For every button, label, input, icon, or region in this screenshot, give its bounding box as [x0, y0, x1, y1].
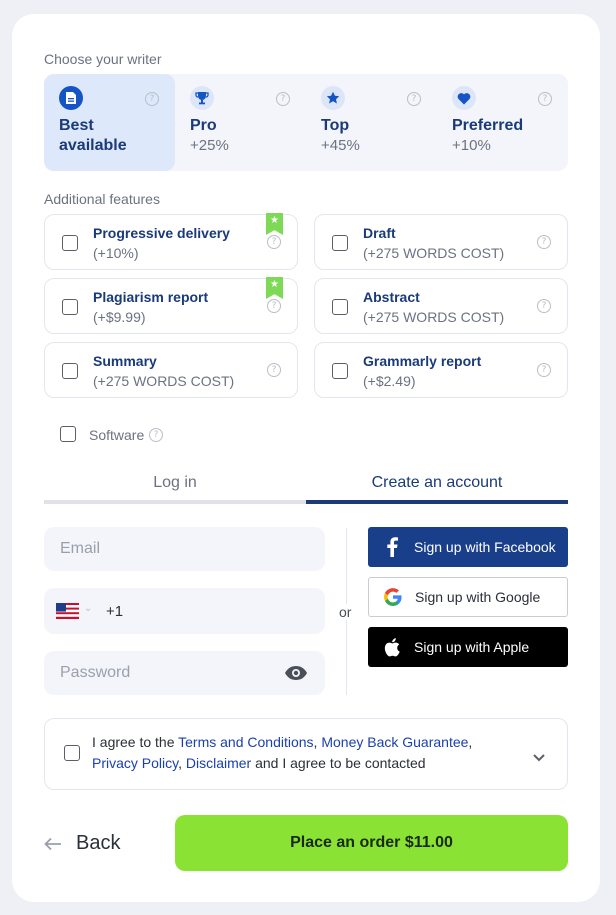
- recommended-star-badge-icon: ★: [266, 213, 283, 235]
- feature-price: (+275 WORDS COST): [363, 309, 505, 325]
- feature-title: Progressive delivery: [93, 225, 230, 241]
- writer-price: +10%: [452, 137, 491, 154]
- phone-field[interactable]: ⌄ +1: [44, 588, 325, 634]
- email-placeholder: Email: [60, 540, 101, 557]
- feature-checkbox[interactable]: [332, 363, 348, 379]
- tab-log-in[interactable]: Log in: [44, 474, 306, 492]
- writer-name: Pro: [190, 117, 217, 134]
- writer-price: +45%: [321, 137, 360, 154]
- feature-summary[interactable]: Summary (+275 WORDS COST) ?: [44, 342, 298, 398]
- back-label: Back: [76, 832, 121, 854]
- money-back-link[interactable]: Money Back Guarantee: [321, 734, 468, 750]
- feature-title: Abstract: [363, 289, 420, 305]
- google-signup-button[interactable]: Sign up with Google: [368, 577, 568, 617]
- feature-abstract[interactable]: Abstract (+275 WORDS COST) ?: [314, 278, 568, 334]
- password-field[interactable]: Password: [44, 651, 325, 695]
- feature-title: Grammarly report: [363, 353, 482, 369]
- feature-checkbox[interactable]: [62, 235, 78, 251]
- phone-country-code: +1: [106, 603, 124, 620]
- feature-grammarly-report[interactable]: Grammarly report (+$2.49) ?: [314, 342, 568, 398]
- help-icon[interactable]: ?: [537, 299, 551, 313]
- help-icon[interactable]: ?: [149, 428, 163, 442]
- help-icon[interactable]: ?: [267, 235, 281, 249]
- feature-progressive-delivery[interactable]: Progressive delivery (+10%) ★ ?: [44, 213, 298, 270]
- star-icon: [321, 86, 345, 110]
- help-icon[interactable]: ?: [407, 92, 421, 106]
- writer-price: +25%: [190, 137, 229, 154]
- disclaimer-link[interactable]: Disclaimer: [186, 755, 251, 771]
- terms-link[interactable]: Terms and Conditions: [178, 734, 313, 750]
- writer-option-pro[interactable]: ? Pro +25%: [175, 74, 306, 171]
- or-label: or: [339, 604, 352, 620]
- feature-title: Summary: [93, 353, 157, 369]
- writer-option-best-available[interactable]: ? Best available: [44, 74, 175, 171]
- recommended-star-badge-icon: ★: [266, 277, 283, 299]
- features-section-label: Additional features: [44, 191, 160, 207]
- agreement-separator: ,: [178, 755, 186, 771]
- facebook-signup-label: Sign up with Facebook: [414, 539, 556, 555]
- feature-price: (+$9.99): [93, 309, 146, 325]
- privacy-policy-link[interactable]: Privacy Policy: [92, 755, 178, 771]
- document-icon: [59, 86, 83, 110]
- trophy-icon: [190, 86, 214, 110]
- eye-icon[interactable]: [284, 665, 308, 686]
- feature-checkbox[interactable]: [62, 363, 78, 379]
- help-icon[interactable]: ?: [537, 235, 551, 249]
- writer-option-preferred[interactable]: ? Preferred +10%: [437, 74, 568, 171]
- tab-underline-inactive: [44, 500, 306, 504]
- help-icon[interactable]: ?: [145, 92, 159, 106]
- email-field[interactable]: Email: [44, 527, 325, 571]
- help-icon[interactable]: ?: [267, 299, 281, 313]
- help-icon[interactable]: ?: [267, 363, 281, 377]
- arrow-left-icon: [44, 837, 61, 850]
- feature-checkbox[interactable]: [62, 299, 78, 315]
- agreement-checkbox[interactable]: [64, 745, 80, 761]
- google-icon: [383, 587, 403, 607]
- help-icon[interactable]: ?: [276, 92, 290, 106]
- back-button[interactable]: Back: [44, 832, 120, 855]
- chevron-down-icon[interactable]: ⌄: [84, 603, 92, 614]
- apple-signup-button[interactable]: Sign up with Apple: [368, 627, 568, 667]
- software-label: Software: [89, 427, 145, 443]
- agreement-prefix: I agree to the: [92, 734, 179, 750]
- help-icon[interactable]: ?: [538, 92, 552, 106]
- writer-section-label: Choose your writer: [44, 51, 162, 67]
- feature-price: (+$2.49): [363, 373, 416, 389]
- password-placeholder: Password: [60, 664, 131, 681]
- software-checkbox[interactable]: [60, 426, 76, 442]
- writer-name: Top: [321, 117, 350, 134]
- writer-options: ? Best available ? Pro +25% ? Top +45% ?…: [44, 74, 568, 171]
- feature-price: (+275 WORDS COST): [363, 245, 505, 261]
- agreement-separator: ,: [468, 734, 473, 750]
- tab-underline-active: [306, 500, 568, 504]
- agreement-suffix: and I agree to be contacted: [251, 755, 426, 771]
- tab-create-account[interactable]: Create an account: [306, 474, 568, 492]
- writer-name: Best available: [59, 117, 127, 154]
- apple-signup-label: Sign up with Apple: [414, 639, 530, 655]
- feature-draft[interactable]: Draft (+275 WORDS COST) ?: [314, 214, 568, 270]
- us-flag-icon[interactable]: [56, 603, 79, 619]
- feature-price: (+10%): [93, 245, 139, 261]
- place-order-button[interactable]: Place an order $11.00: [175, 815, 568, 871]
- facebook-signup-button[interactable]: Sign up with Facebook: [368, 527, 568, 567]
- agreement-text: I agree to the Terms and Conditions, Mon…: [92, 732, 492, 774]
- feature-title: Draft: [363, 225, 396, 241]
- heart-icon: [452, 86, 476, 110]
- chevron-down-icon[interactable]: [533, 749, 545, 767]
- writer-name: Preferred: [452, 117, 524, 134]
- apple-icon: [382, 637, 402, 657]
- feature-plagiarism-report[interactable]: Plagiarism report (+$9.99) ★ ?: [44, 277, 298, 334]
- feature-checkbox[interactable]: [332, 299, 348, 315]
- help-icon[interactable]: ?: [537, 363, 551, 377]
- feature-title: Plagiarism report: [93, 289, 209, 305]
- facebook-icon: [382, 537, 402, 557]
- feature-checkbox[interactable]: [332, 235, 348, 251]
- google-signup-label: Sign up with Google: [415, 589, 541, 605]
- place-order-label: Place an order $11.00: [290, 834, 453, 851]
- writer-option-top[interactable]: ? Top +45%: [306, 74, 437, 171]
- agreement-box: I agree to the Terms and Conditions, Mon…: [44, 718, 568, 790]
- feature-price: (+275 WORDS COST): [93, 373, 235, 389]
